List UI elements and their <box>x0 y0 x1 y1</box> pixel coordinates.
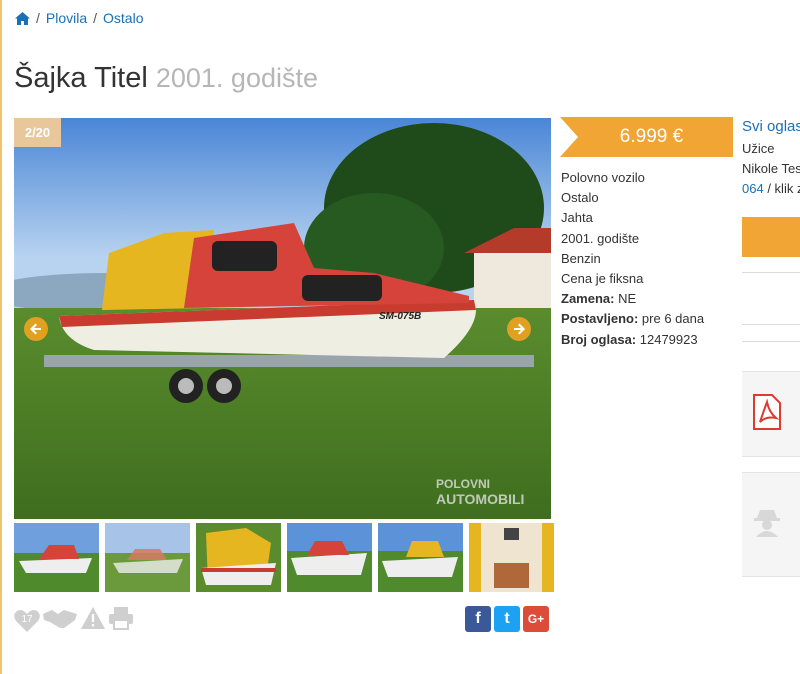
thumbnail[interactable] <box>469 523 554 592</box>
listing-year: 2001. godište <box>155 63 318 93</box>
contact-button[interactable] <box>742 217 800 257</box>
page-title: Šajka Titel 2001. godište <box>14 62 318 95</box>
watermark-line1: POLOVNI <box>436 477 490 491</box>
divider <box>742 341 800 342</box>
main-photo[interactable]: SM-075B POLOVNI AUTOMOBILI <box>14 118 551 519</box>
all-ads-link[interactable]: Svi oglasi <box>742 118 800 135</box>
thumbnail-strip <box>14 523 554 592</box>
arrow-right-icon[interactable] <box>507 317 531 341</box>
breadcrumb-ostalo[interactable]: Ostalo <box>103 10 143 26</box>
detail-year: 2001. godište <box>561 230 640 246</box>
social-share: f t G+ <box>465 606 549 632</box>
listing-title: Šajka Titel <box>14 62 148 94</box>
detail-price-fixed: Cena je fiksna <box>561 271 644 287</box>
heart-icon[interactable]: 17 <box>14 609 40 633</box>
thumbnail[interactable] <box>14 523 99 592</box>
seller-panel: Svi oglasi Užice Nikole Tesle 064 / klik… <box>742 118 800 199</box>
pdf-box[interactable] <box>742 371 800 457</box>
thumbnail[interactable] <box>196 523 281 592</box>
thumbnail[interactable] <box>287 523 372 592</box>
thumbnail[interactable] <box>378 523 463 592</box>
home-icon[interactable] <box>15 11 30 25</box>
spy-icon <box>752 507 782 542</box>
detail-fuel: Benzin <box>561 250 601 266</box>
watermark-line2: AUTOMOBILI <box>436 491 524 507</box>
divider <box>742 272 800 273</box>
detail-ad-number: Broj oglasa: 12479923 <box>561 331 698 347</box>
favorites-count: 17 <box>21 613 33 625</box>
photo-counter: 2/20 <box>14 118 61 147</box>
seller-address: Nikole Tesle <box>742 161 800 176</box>
listing-actions: 17 <box>14 606 134 635</box>
breadcrumb-plovila[interactable]: Plovila <box>46 10 87 26</box>
detail-exchange: Zamena: NE <box>561 291 637 307</box>
thumbnail[interactable] <box>105 523 190 592</box>
phone-hint: / klik za broj <box>767 181 800 196</box>
handshake-icon[interactable] <box>42 606 78 635</box>
anonymous-box[interactable] <box>742 472 800 577</box>
warning-icon[interactable] <box>80 606 106 635</box>
seller-phone[interactable]: 064 / klik za broj <box>742 179 800 199</box>
arrow-left-icon[interactable] <box>24 317 48 341</box>
print-icon[interactable] <box>108 606 134 635</box>
detail-posted: Postavljeno: pre 6 dana <box>561 311 705 327</box>
price-badge: 6.999 € <box>560 117 733 157</box>
price: 6.999 € <box>619 126 684 147</box>
twitter-icon[interactable]: t <box>494 606 520 632</box>
facebook-icon[interactable]: f <box>465 606 491 632</box>
breadcrumb: / Plovila / Ostalo <box>15 10 144 26</box>
google-plus-icon[interactable]: G+ <box>523 606 549 632</box>
divider <box>742 324 800 325</box>
pdf-icon <box>752 393 782 435</box>
listing-details: Polovno vozilo Ostalo Jahta 2001. godišt… <box>561 168 704 350</box>
breadcrumb-separator: / <box>93 10 98 26</box>
seller-city: Užice <box>742 141 775 156</box>
detail-condition: Polovno vozilo <box>561 170 645 185</box>
phone-prefix[interactable]: 064 <box>742 181 764 196</box>
breadcrumb-separator: / <box>36 10 40 26</box>
left-border <box>0 0 2 674</box>
detail-category: Ostalo <box>561 190 599 206</box>
boat-registration: SM-075B <box>379 311 421 322</box>
detail-type: Jahta <box>561 210 593 226</box>
